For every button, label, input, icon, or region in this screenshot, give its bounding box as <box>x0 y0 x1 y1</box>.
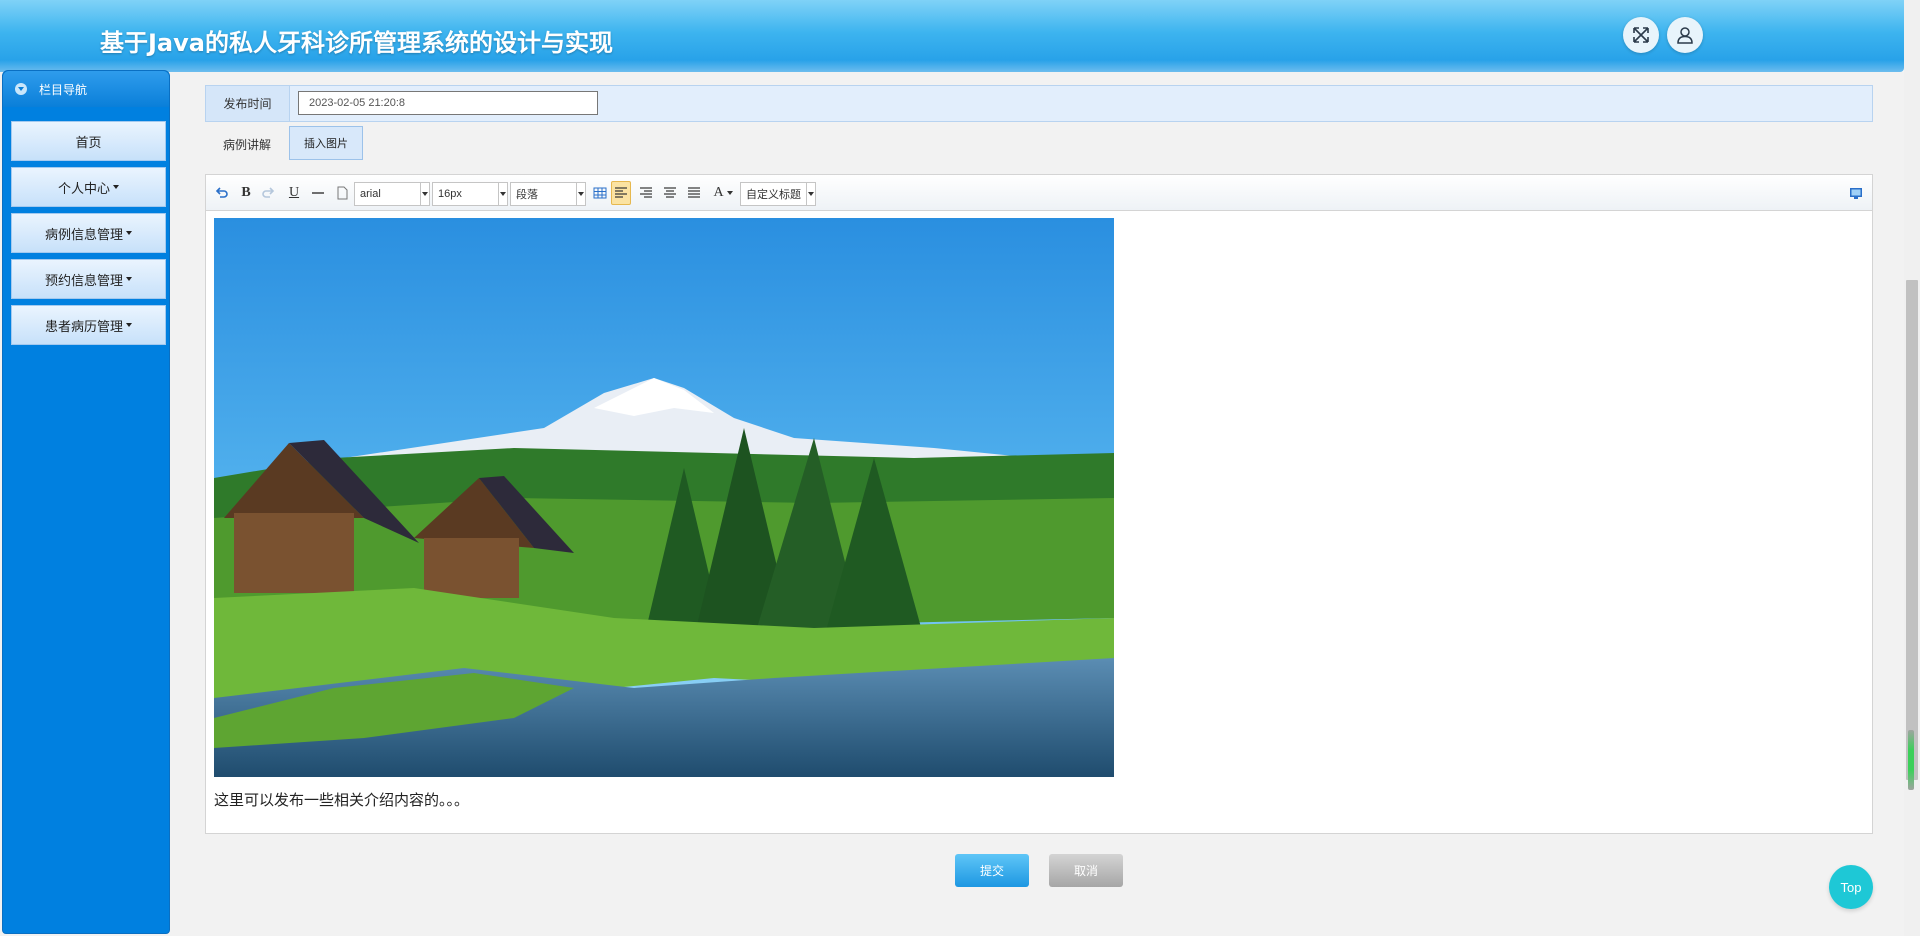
custom-heading-select[interactable]: 自定义标题 <box>740 182 816 206</box>
undo-icon[interactable] <box>212 183 232 203</box>
page-break-icon[interactable] <box>332 183 352 203</box>
redo-icon[interactable] <box>258 183 278 203</box>
user-icon <box>1677 27 1693 44</box>
scroll-indicator <box>1908 730 1914 790</box>
sidebar-item-home[interactable]: 首页 <box>11 121 166 161</box>
sidebar-item-personal-center[interactable]: 个人中心 <box>11 167 166 207</box>
publish-time-label: 发布时间 <box>206 86 290 121</box>
sidebar-item-patient-records[interactable]: 患者病历管理 <box>11 305 166 345</box>
font-family-select[interactable]: arial <box>354 182 430 206</box>
font-family-value: arial <box>360 188 381 200</box>
align-center-icon[interactable] <box>660 183 680 203</box>
submit-button[interactable]: 提交 <box>955 854 1029 887</box>
header-swoosh <box>0 60 1904 72</box>
font-color-button[interactable]: A <box>710 183 736 203</box>
caret-down-icon <box>113 185 119 189</box>
sidebar-heading: 栏目导航 <box>3 71 169 107</box>
sidebar-item-case-management[interactable]: 病例信息管理 <box>11 213 166 253</box>
caret-down-icon <box>126 277 132 281</box>
dropdown-arrow-icon <box>498 183 507 205</box>
align-justify-icon[interactable] <box>684 183 704 203</box>
underline-button[interactable]: U <box>284 183 304 203</box>
custom-heading-value: 自定义标题 <box>746 189 801 201</box>
paragraph-value: 段落 <box>516 189 538 201</box>
paragraph-select[interactable]: 段落 <box>510 182 586 206</box>
sidebar-item-label: 首页 <box>75 135 102 151</box>
dropdown-arrow-icon <box>576 183 585 205</box>
editor-content[interactable]: 这里可以发布一些相关介绍内容的。。。 <box>214 218 1114 810</box>
scrollbar-thumb[interactable] <box>1906 280 1918 780</box>
dropdown-arrow-icon <box>420 183 429 205</box>
rich-text-editor: B U arial 16px 段落 A 自定义标题 这里可以发布一些相关介绍内容… <box>205 174 1873 834</box>
sidebar-item-label: 患者病历管理 <box>44 319 123 335</box>
caret-down-icon <box>126 323 132 327</box>
source-view-icon[interactable] <box>1846 183 1866 203</box>
horizontal-rule-icon[interactable] <box>308 183 328 203</box>
case-explain-label: 病例讲解 <box>222 138 271 152</box>
align-left-icon[interactable] <box>611 181 631 205</box>
font-size-value: 16px <box>438 188 462 200</box>
editor-toolbar: B U arial 16px 段落 A 自定义标题 <box>206 175 1872 211</box>
insert-image-button[interactable]: 插入图片 <box>289 126 363 160</box>
dropdown-arrow-icon <box>806 183 815 205</box>
sidebar: 栏目导航 首页 个人中心 病例信息管理 预约信息管理 患者病历管理 <box>2 70 170 934</box>
sidebar-item-label: 预约信息管理 <box>44 273 123 289</box>
publish-time-input[interactable] <box>298 91 598 115</box>
table-icon[interactable] <box>590 183 610 203</box>
sidebar-item-label: 个人中心 <box>57 181 110 197</box>
fullscreen-button[interactable] <box>1623 17 1659 53</box>
publish-time-row: 发布时间 <box>205 85 1873 122</box>
font-color-label: A <box>713 185 724 200</box>
nav-toggle-icon[interactable] <box>15 83 27 95</box>
bold-button[interactable]: B <box>236 183 256 203</box>
app-title: 基于Java的私人牙科诊所管理系统的设计与实现 <box>100 29 613 57</box>
fullscreen-icon <box>1633 27 1649 43</box>
caret-down-icon <box>126 231 132 235</box>
font-size-select[interactable]: 16px <box>432 182 508 206</box>
content-text: 这里可以发布一些相关介绍内容的。。。 <box>214 791 470 809</box>
sidebar-heading-label: 栏目导航 <box>39 82 88 97</box>
user-button[interactable] <box>1667 17 1703 53</box>
sidebar-item-appointment-management[interactable]: 预约信息管理 <box>11 259 166 299</box>
landscape-image <box>214 218 1114 777</box>
sidebar-item-label: 病例信息管理 <box>44 227 123 243</box>
app-header: 基于Java的私人牙科诊所管理系统的设计与实现 <box>0 0 1904 72</box>
page-scrollbar[interactable] <box>1904 0 1920 936</box>
back-to-top-button[interactable]: Top <box>1829 865 1873 909</box>
cancel-button[interactable]: 取消 <box>1049 854 1123 887</box>
dropdown-arrow-icon <box>726 191 733 195</box>
align-right-icon[interactable] <box>636 183 656 203</box>
